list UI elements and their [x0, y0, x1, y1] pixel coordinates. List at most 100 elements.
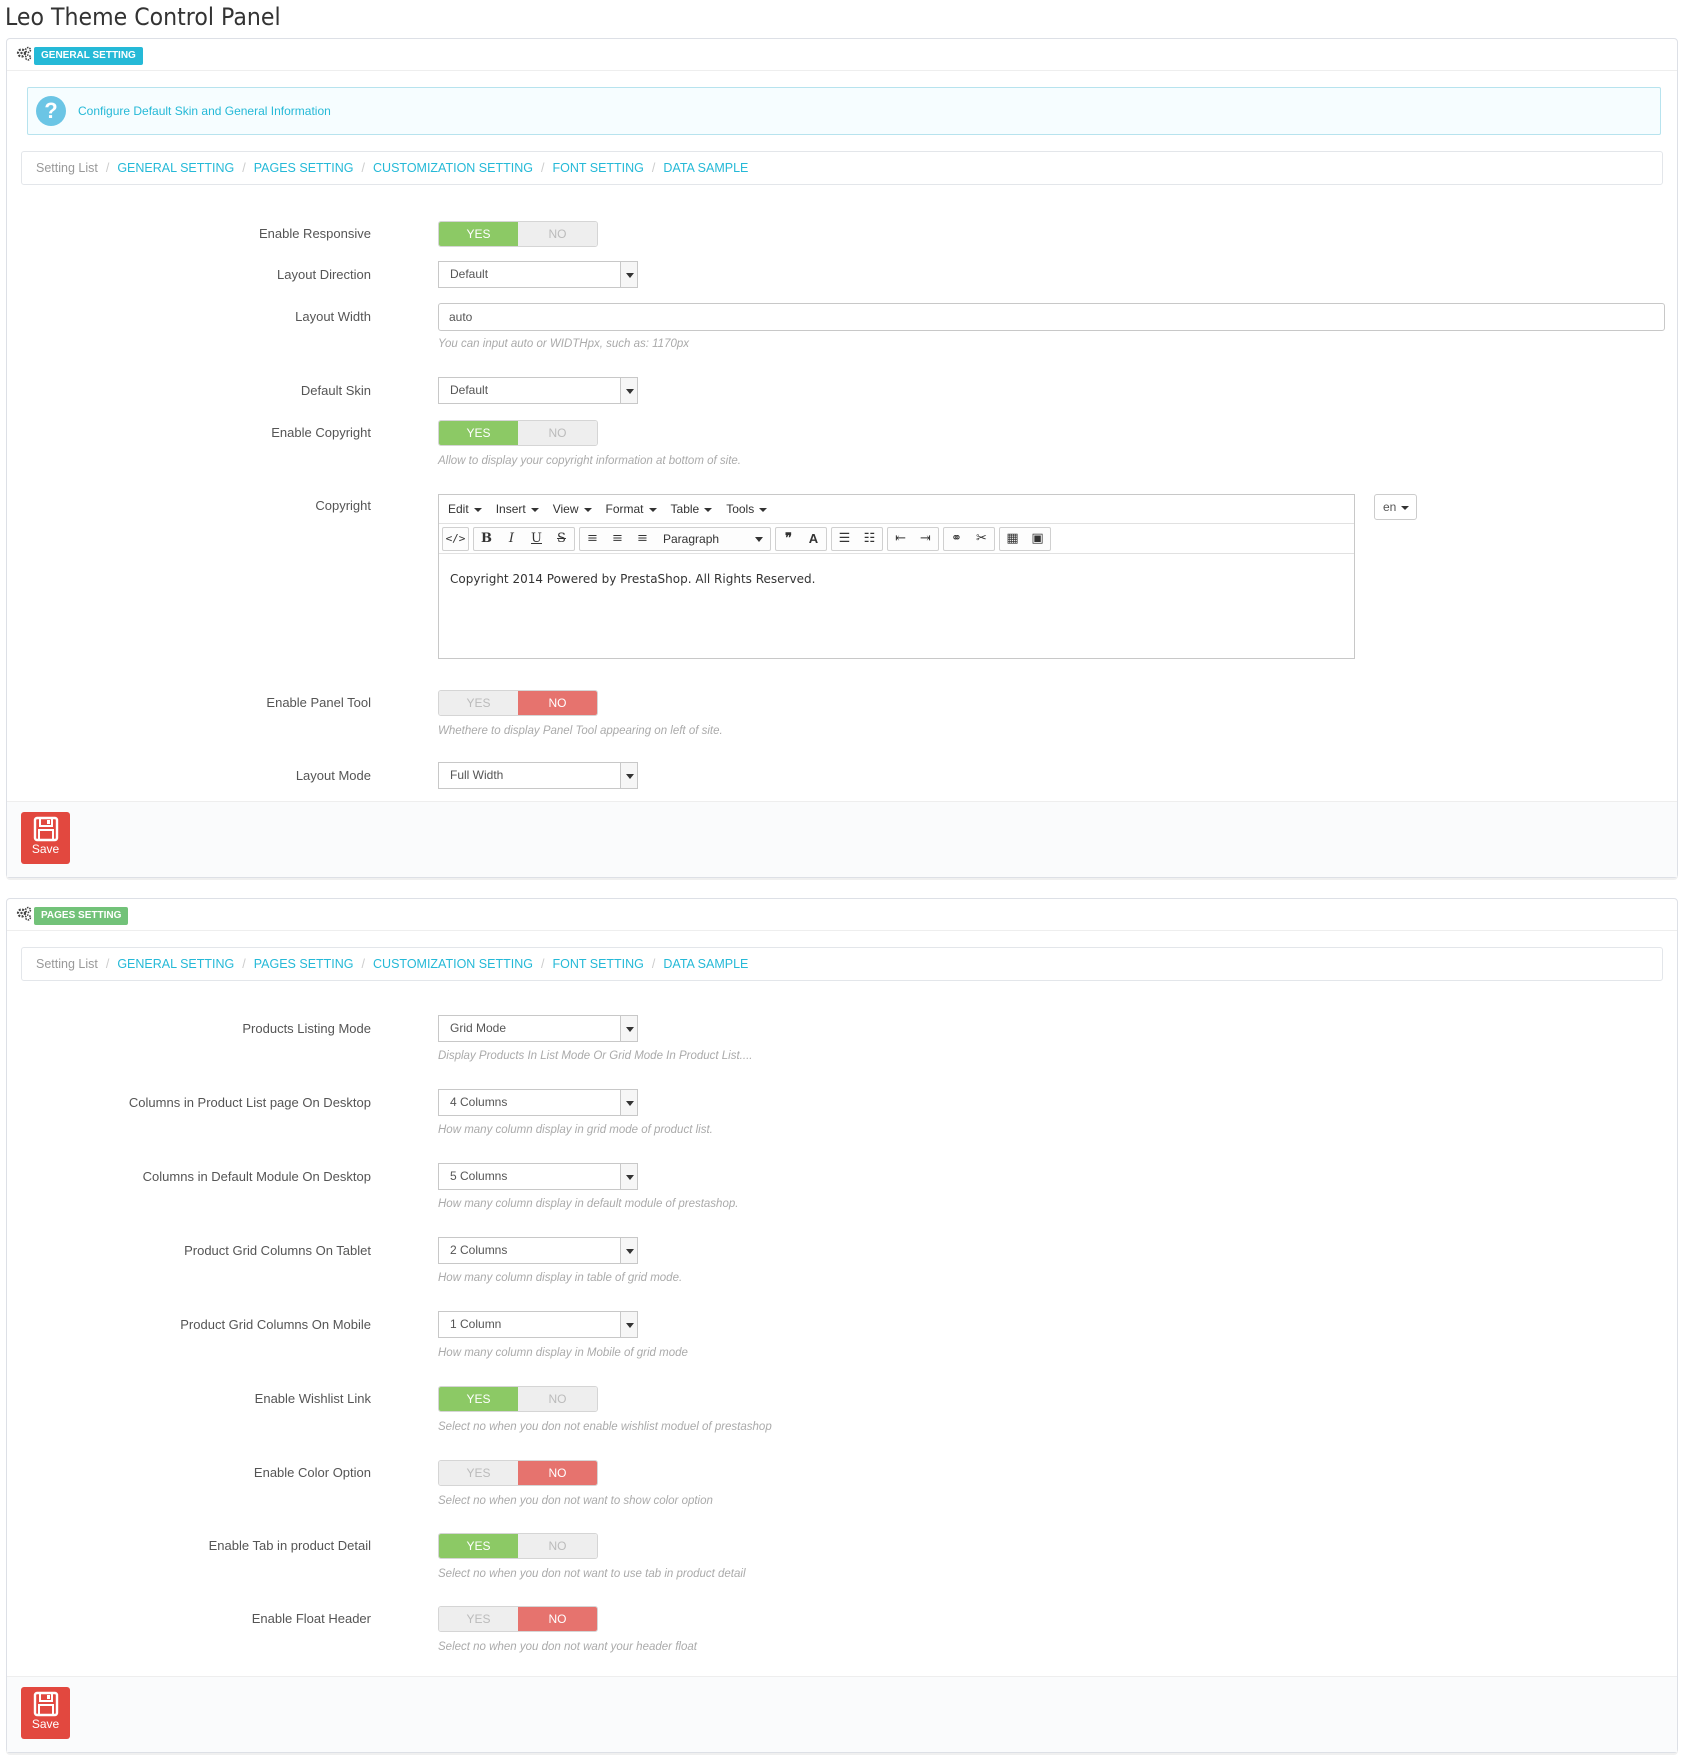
panel-heading: PAGES SETTING	[7, 899, 1677, 931]
layout-width-input[interactable]: auto	[438, 303, 1665, 331]
strikethrough-icon[interactable]: S	[549, 528, 574, 550]
no-option[interactable]: NO	[518, 421, 597, 445]
no-option[interactable]: NO	[518, 1534, 597, 1558]
save-button[interactable]: Save	[21, 812, 70, 864]
grid-cols-tablet-select[interactable]: 2 Columns	[438, 1237, 638, 1264]
yes-option[interactable]: YES	[439, 1607, 518, 1631]
cols-product-list-desktop-help: How many column display in grid mode of …	[438, 1124, 713, 1136]
enable-color-label: Enable Color Option	[253, 1465, 371, 1480]
no-option[interactable]: NO	[518, 691, 597, 715]
copyright-label: Copyright	[315, 498, 371, 513]
enable-responsive-label: Enable Responsive	[258, 226, 371, 241]
save-button[interactable]: Save	[21, 1687, 70, 1739]
underline-icon[interactable]: U	[524, 528, 549, 550]
cols-product-list-desktop-label: Columns in Product List page On Desktop	[128, 1095, 371, 1110]
breadcrumb-font-setting[interactable]: FONT SETTING	[552, 161, 643, 175]
bold-icon[interactable]: B	[474, 528, 499, 550]
align-center-icon[interactable]: ≡	[605, 528, 630, 550]
layout-mode-select[interactable]: Full Width	[438, 762, 638, 789]
dropdown-arrow-icon	[620, 1238, 637, 1263]
align-right-icon[interactable]: ≡	[630, 528, 655, 550]
cols-default-module-desktop-label: Columns in Default Module On Desktop	[142, 1169, 371, 1184]
enable-tab-switch[interactable]: YES NO	[438, 1533, 598, 1559]
default-skin-select[interactable]: Default	[438, 377, 638, 404]
products-listing-mode-label: Products Listing Mode	[242, 1021, 371, 1036]
italic-icon[interactable]: I	[499, 528, 524, 550]
dropdown-arrow-icon	[620, 763, 637, 788]
menu-table[interactable]: Table	[671, 502, 713, 516]
products-listing-mode-help: Display Products In List Mode Or Grid Mo…	[438, 1050, 753, 1062]
copyright-editor[interactable]: Edit Insert View Format Table Tools </> B I U S ≡ ≡…	[438, 494, 1355, 659]
text-color-icon[interactable]: A	[801, 528, 826, 550]
yes-option[interactable]: YES	[439, 1387, 518, 1411]
enable-copyright-label: Enable Copyright	[271, 425, 371, 440]
grid-cols-mobile-label: Product Grid Columns On Mobile	[180, 1317, 371, 1332]
menu-edit[interactable]: Edit	[448, 502, 482, 516]
numbered-list-icon[interactable]: ☷	[857, 528, 882, 550]
cols-default-module-desktop-select[interactable]: 5 Columns	[438, 1163, 638, 1190]
editor-menubar: Edit Insert View Format Table Tools	[439, 495, 1354, 524]
menu-insert[interactable]: Insert	[496, 502, 539, 516]
outdent-icon[interactable]: ⇤	[888, 528, 913, 550]
breadcrumb-customization-setting[interactable]: CUSTOMIZATION SETTING	[373, 957, 533, 971]
no-option[interactable]: NO	[518, 1387, 597, 1411]
indent-icon[interactable]: ⇥	[913, 528, 938, 550]
layout-direction-select[interactable]: Default	[438, 261, 638, 288]
yes-option[interactable]: YES	[439, 421, 518, 445]
general-setting-panel: GENERAL SETTING ? Configure Default Skin…	[6, 38, 1678, 878]
no-option[interactable]: NO	[518, 222, 597, 246]
unlink-icon[interactable]: ✂	[969, 528, 994, 550]
breadcrumb: Setting List / GENERAL SETTING / PAGES SETTI…	[21, 947, 1663, 981]
breadcrumb-font-setting[interactable]: FONT SETTING	[552, 957, 643, 971]
enable-wishlist-switch[interactable]: YES NO	[438, 1386, 598, 1412]
breadcrumb-data-sample[interactable]: DATA SAMPLE	[663, 161, 748, 175]
enable-tab-help: Select no when you don not want to use t…	[438, 1568, 746, 1580]
bullet-list-icon[interactable]: ☰	[832, 528, 857, 550]
enable-wishlist-help: Select no when you don not enable wishli…	[438, 1421, 772, 1433]
dropdown-arrow-icon	[620, 1090, 637, 1115]
breadcrumb-pages-setting[interactable]: PAGES SETTING	[254, 957, 354, 971]
blockquote-icon[interactable]: ❞	[776, 528, 801, 550]
image-icon[interactable]: ▣	[1025, 528, 1050, 550]
menu-view[interactable]: View	[553, 502, 592, 516]
format-select[interactable]: Paragraph	[655, 528, 770, 550]
editor-content[interactable]: Copyright 2014 Powered by PrestaShop. Al…	[439, 554, 1354, 604]
breadcrumb-data-sample[interactable]: DATA SAMPLE	[663, 957, 748, 971]
info-text: Configure Default Skin and General Infor…	[78, 104, 331, 118]
source-code-icon[interactable]: </>	[443, 528, 468, 550]
cols-product-list-desktop-select[interactable]: 4 Columns	[438, 1089, 638, 1116]
enable-panel-tool-label: Enable Panel Tool	[266, 695, 371, 710]
yes-option[interactable]: YES	[439, 1461, 518, 1485]
cogs-icon	[16, 46, 32, 61]
save-icon	[33, 1691, 58, 1717]
grid-cols-mobile-select[interactable]: 1 Column	[438, 1311, 638, 1338]
dropdown-arrow-icon	[620, 378, 637, 403]
breadcrumb-general-setting[interactable]: GENERAL SETTING	[117, 957, 234, 971]
yes-option[interactable]: YES	[439, 691, 518, 715]
no-option[interactable]: NO	[518, 1607, 597, 1631]
enable-color-switch[interactable]: YES NO	[438, 1460, 598, 1486]
no-option[interactable]: NO	[518, 1461, 597, 1485]
breadcrumb-pages-setting[interactable]: PAGES SETTING	[254, 161, 354, 175]
products-listing-mode-select[interactable]: Grid Mode	[438, 1015, 638, 1042]
align-left-icon[interactable]: ≡	[580, 528, 605, 550]
breadcrumb-customization-setting[interactable]: CUSTOMIZATION SETTING	[373, 161, 533, 175]
media-icon[interactable]: ▦	[1000, 528, 1025, 550]
menu-format[interactable]: Format	[606, 502, 657, 516]
yes-option[interactable]: YES	[439, 1534, 518, 1558]
enable-float-header-switch[interactable]: YES NO	[438, 1606, 598, 1632]
info-alert: ? Configure Default Skin and General Inf…	[27, 87, 1661, 135]
panel-badge: PAGES SETTING	[34, 907, 129, 925]
language-selector[interactable]: en	[1374, 494, 1417, 520]
breadcrumb-general-setting[interactable]: GENERAL SETTING	[117, 161, 234, 175]
menu-tools[interactable]: Tools	[726, 502, 767, 516]
enable-responsive-switch[interactable]: YES NO	[438, 221, 598, 247]
link-icon[interactable]: ⚭	[944, 528, 969, 550]
enable-tab-label: Enable Tab in product Detail	[208, 1538, 371, 1553]
grid-cols-mobile-help: How many column display in Mobile of gri…	[438, 1347, 688, 1359]
cogs-icon	[16, 906, 32, 921]
enable-panel-tool-switch[interactable]: YES NO	[438, 690, 598, 716]
enable-copyright-switch[interactable]: YES NO	[438, 420, 598, 446]
enable-wishlist-label: Enable Wishlist Link	[254, 1391, 371, 1406]
yes-option[interactable]: YES	[439, 222, 518, 246]
